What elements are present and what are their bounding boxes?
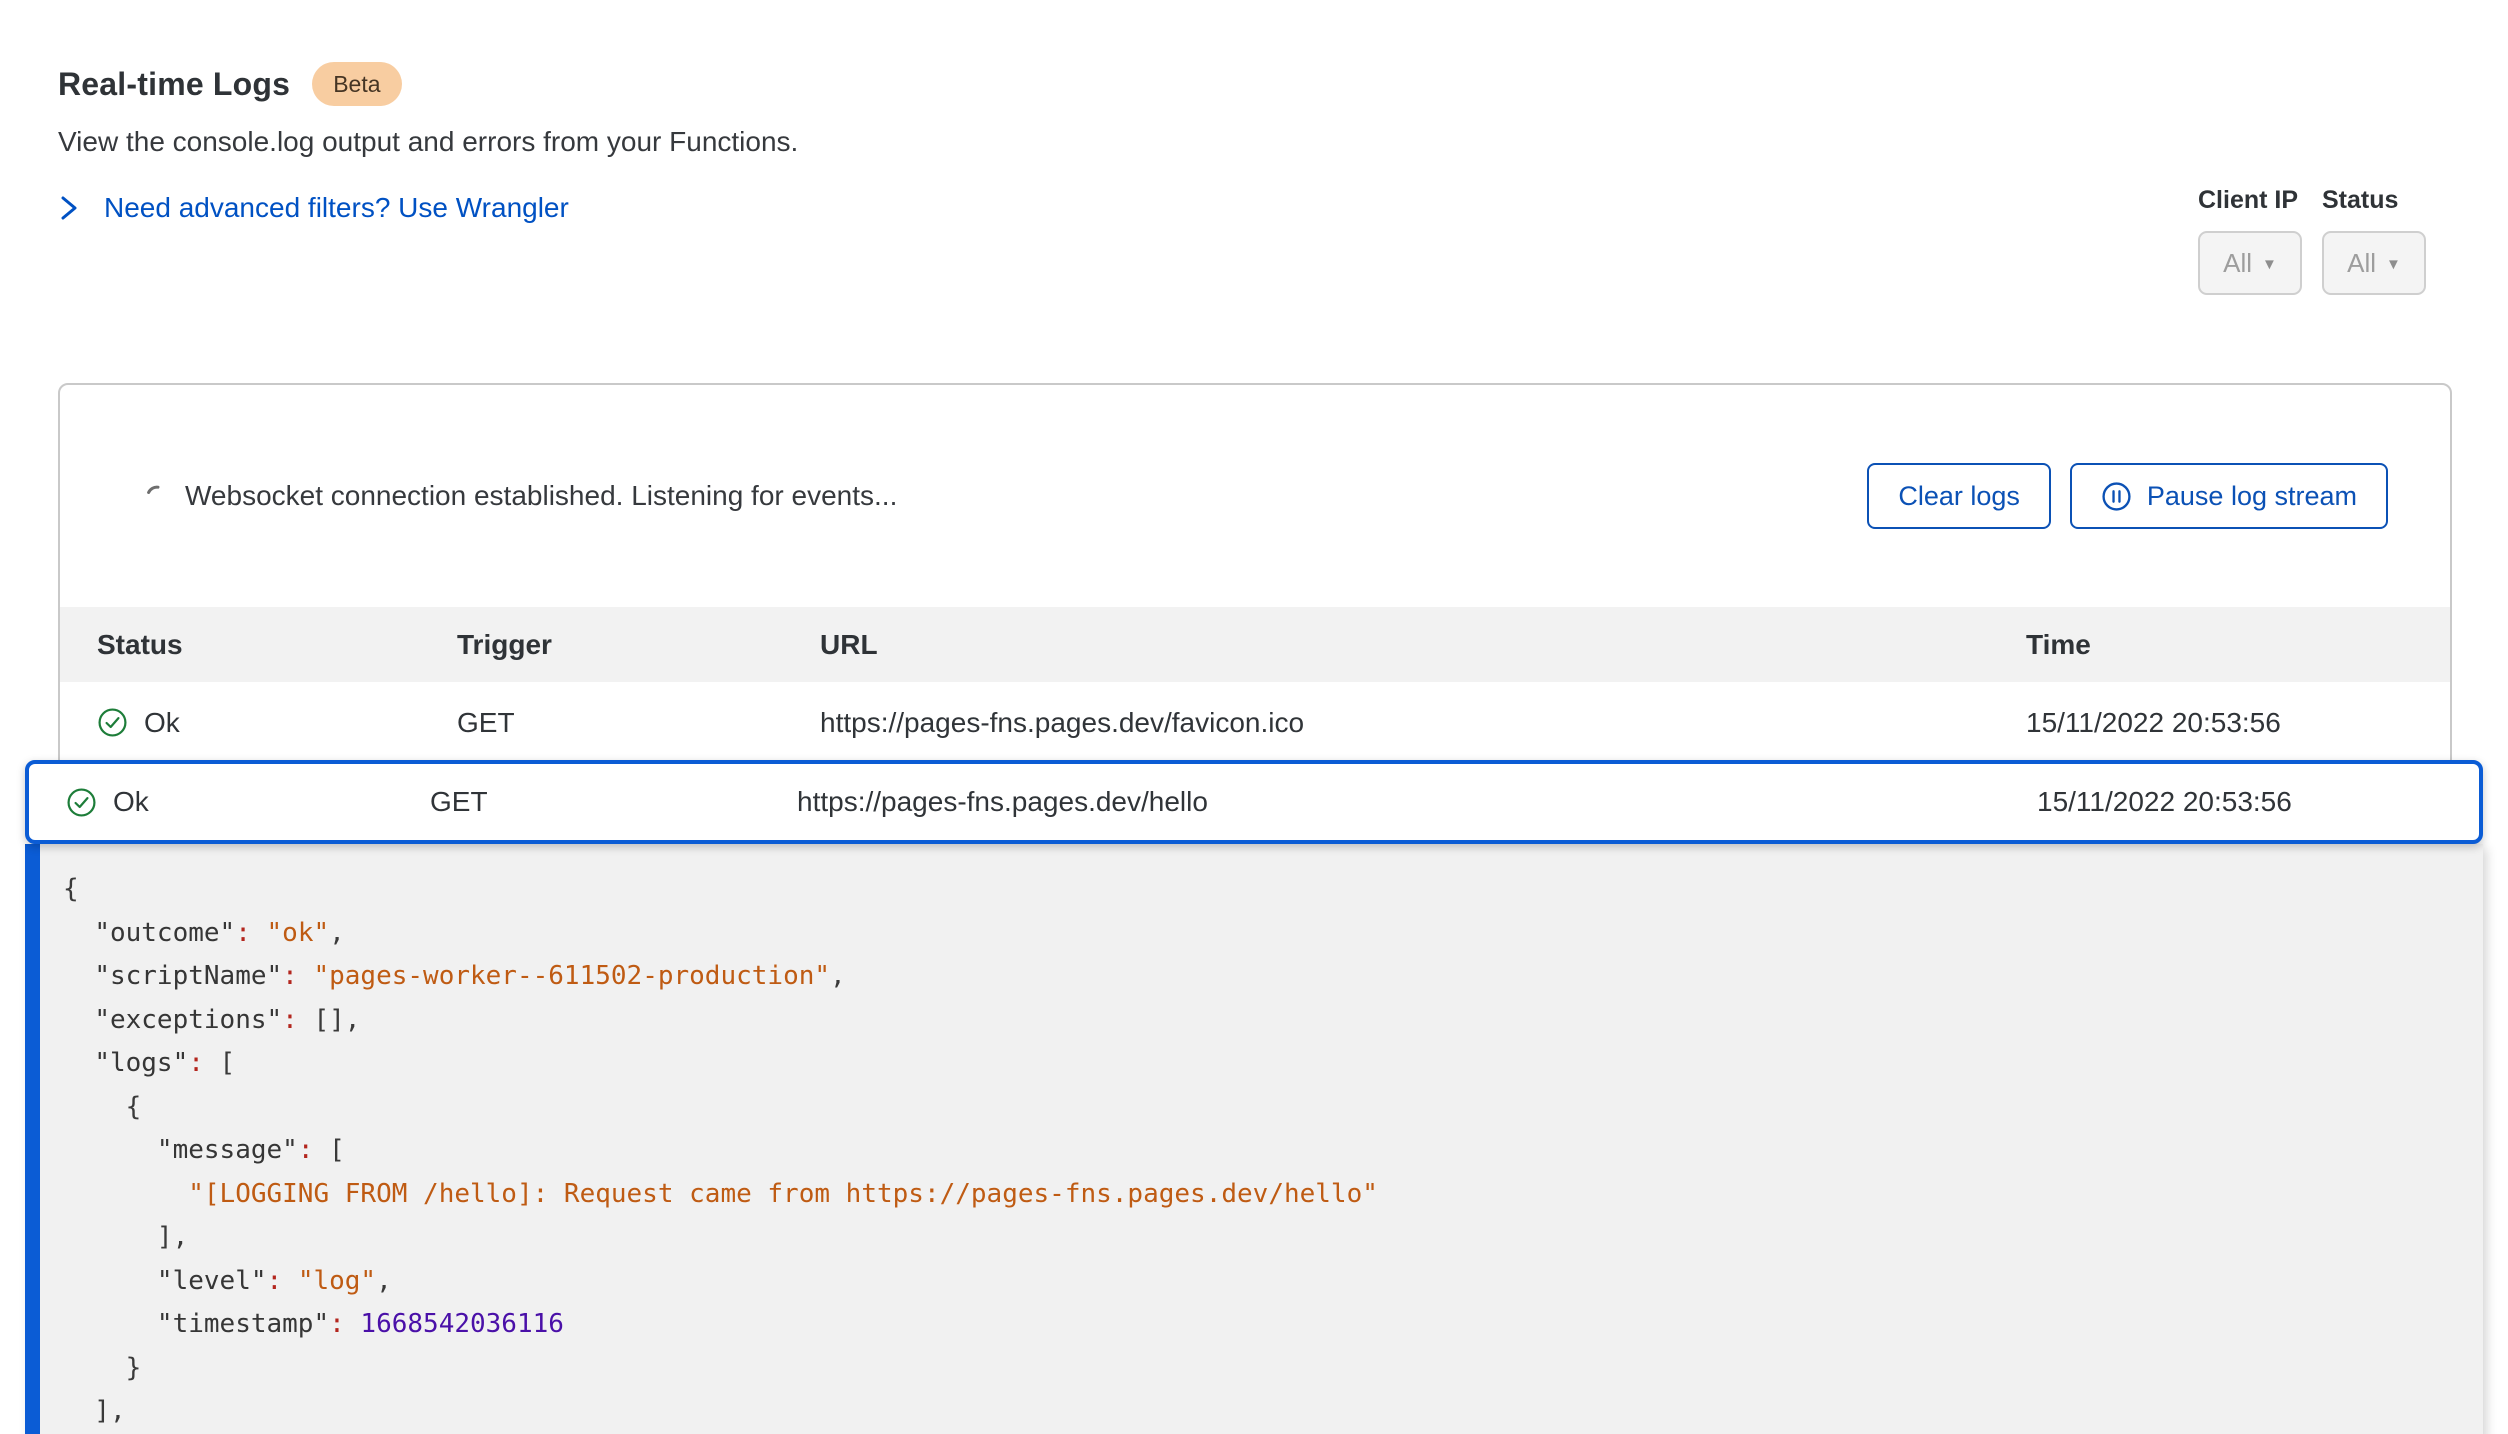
pause-log-stream-label: Pause log stream xyxy=(2147,481,2357,512)
status-label: Ok xyxy=(144,707,180,739)
caret-down-icon: ▼ xyxy=(2262,256,2277,273)
log-table-row-selected[interactable]: Ok GET https://pages-fns.pages.dev/hello… xyxy=(25,760,2483,844)
client-ip-filter-label: Client IP xyxy=(2198,186,2302,215)
log-json-panel: { "outcome": "ok", "scriptName": "pages-… xyxy=(25,844,2483,1434)
client-ip-filter-dropdown[interactable]: All ▼ xyxy=(2198,231,2302,295)
column-header-status: Status xyxy=(97,629,457,661)
column-header-time: Time xyxy=(2026,629,2450,661)
status-cell: Ok xyxy=(66,786,430,818)
time-cell: 15/11/2022 20:53:56 xyxy=(2037,786,2479,818)
log-json-content: { "outcome": "ok", "scriptName": "pages-… xyxy=(63,868,2463,1434)
url-cell: https://pages-fns.pages.dev/favicon.ico xyxy=(820,707,2026,739)
clear-logs-button[interactable]: Clear logs xyxy=(1867,463,2051,529)
time-cell: 15/11/2022 20:53:56 xyxy=(2026,707,2450,739)
trigger-cell: GET xyxy=(457,707,820,739)
client-ip-filter-value: All xyxy=(2223,248,2252,279)
client-ip-filter: Client IP All ▼ xyxy=(2198,186,2302,295)
column-header-url: URL xyxy=(820,629,2026,661)
log-table-header: Status Trigger URL Time xyxy=(60,607,2450,682)
realtime-logs-page: Real-time Logs Beta View the console.log… xyxy=(0,0,2508,1434)
pause-log-stream-button[interactable]: Pause log stream xyxy=(2070,463,2388,529)
status-label: Ok xyxy=(113,786,149,818)
expanded-log-row: Ok GET https://pages-fns.pages.dev/hello… xyxy=(25,760,2483,1434)
caret-down-icon: ▼ xyxy=(2386,256,2401,273)
wrangler-link[interactable]: Need advanced filters? Use Wrangler xyxy=(58,192,569,224)
stream-status-bar: Websocket connection established. Listen… xyxy=(60,385,2450,607)
status-filter: Status All ▼ xyxy=(2322,186,2426,295)
check-circle-icon xyxy=(97,707,128,738)
log-table-row[interactable]: Ok GET https://pages-fns.pages.dev/favic… xyxy=(60,682,2450,764)
check-circle-icon xyxy=(66,787,97,818)
filters: Client IP All ▼ Status All ▼ xyxy=(2198,186,2426,295)
status-filter-value: All xyxy=(2347,248,2376,279)
status-filter-dropdown[interactable]: All ▼ xyxy=(2322,231,2426,295)
websocket-status-message: Websocket connection established. Listen… xyxy=(185,480,897,512)
trigger-cell: GET xyxy=(430,786,797,818)
wrangler-link-label: Need advanced filters? Use Wrangler xyxy=(104,192,569,224)
page-title: Real-time Logs xyxy=(58,66,290,103)
beta-badge: Beta xyxy=(312,62,401,106)
column-header-trigger: Trigger xyxy=(457,629,820,661)
stream-actions: Clear logs Pause log stream xyxy=(1867,463,2388,529)
pause-circle-icon xyxy=(2101,481,2132,512)
spinner-icon xyxy=(144,484,168,508)
status-cell: Ok xyxy=(97,707,457,739)
chevron-right-icon xyxy=(58,195,80,221)
clear-logs-label: Clear logs xyxy=(1898,481,2020,512)
page-header: Real-time Logs Beta xyxy=(58,62,402,106)
page-subtitle: View the console.log output and errors f… xyxy=(58,126,798,158)
url-cell: https://pages-fns.pages.dev/hello xyxy=(797,786,2037,818)
status-filter-label: Status xyxy=(2322,186,2426,215)
